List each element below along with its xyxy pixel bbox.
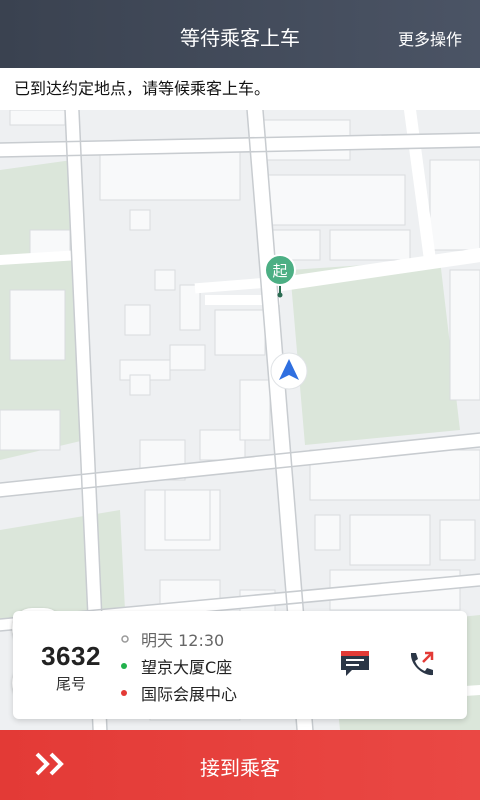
pickup-passenger-button[interactable]: 接到乘客 <box>0 730 480 800</box>
current-location-icon <box>270 352 308 390</box>
message-icon <box>341 651 369 676</box>
pickup-row: 望京大厦C座 <box>121 654 232 678</box>
tail-number: 3632 <box>41 641 101 671</box>
call-button[interactable] <box>405 649 439 679</box>
dropoff-dot-icon <box>121 690 127 696</box>
pickup-passenger-label: 接到乘客 <box>200 756 280 780</box>
arrival-notice: 已到达约定地点，请等候乘客上车。 <box>0 68 480 110</box>
phone-call-icon <box>410 651 434 676</box>
dropoff-address: 国际会展中心 <box>141 685 238 704</box>
start-marker-label: 起 <box>272 262 287 280</box>
order-card: 3632 尾号 明天 12:30 望京大厦C座 国际会展中心 <box>13 611 467 719</box>
clock-icon <box>121 635 129 643</box>
pickup-address: 望京大厦C座 <box>141 658 233 677</box>
more-actions-button[interactable]: 更多操作 <box>398 26 462 50</box>
dropoff-row: 国际会展中心 <box>121 681 237 705</box>
order-time: 明天 12:30 <box>141 631 225 650</box>
message-button[interactable] <box>339 649 373 679</box>
pickup-dot-icon <box>121 663 127 669</box>
order-time-row: 明天 12:30 <box>121 627 224 651</box>
top-bar: 等待乘客上车 更多操作 <box>0 0 480 68</box>
tail-number-label: 尾号 <box>55 675 86 693</box>
